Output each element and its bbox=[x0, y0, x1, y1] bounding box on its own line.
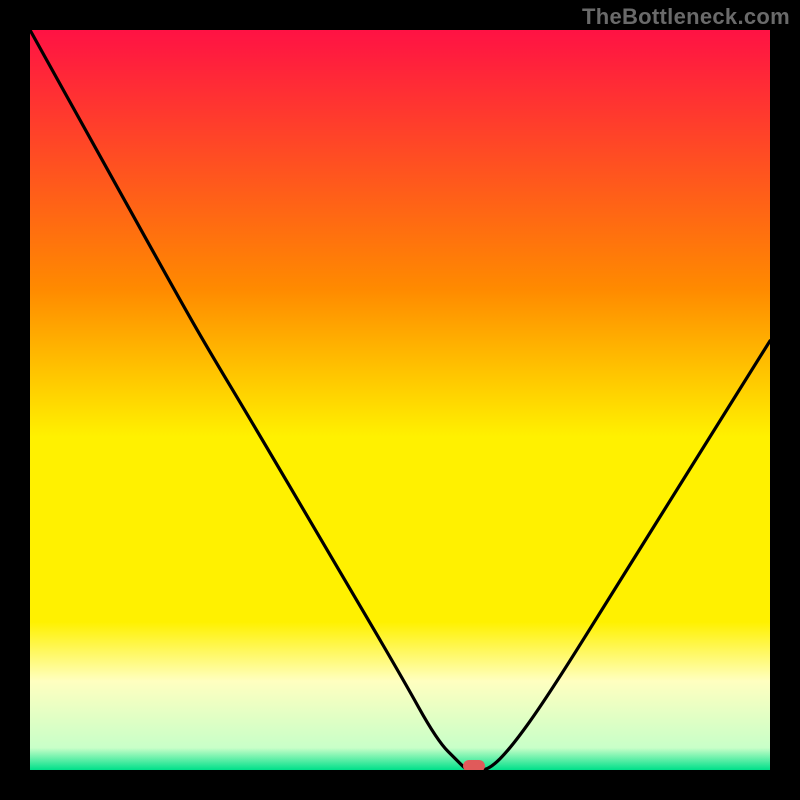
chart-frame: TheBottleneck.com bbox=[0, 0, 800, 800]
optimal-marker bbox=[463, 760, 485, 770]
attribution-label: TheBottleneck.com bbox=[582, 4, 790, 30]
bottleneck-curve bbox=[30, 30, 770, 770]
plot-area bbox=[30, 30, 770, 770]
